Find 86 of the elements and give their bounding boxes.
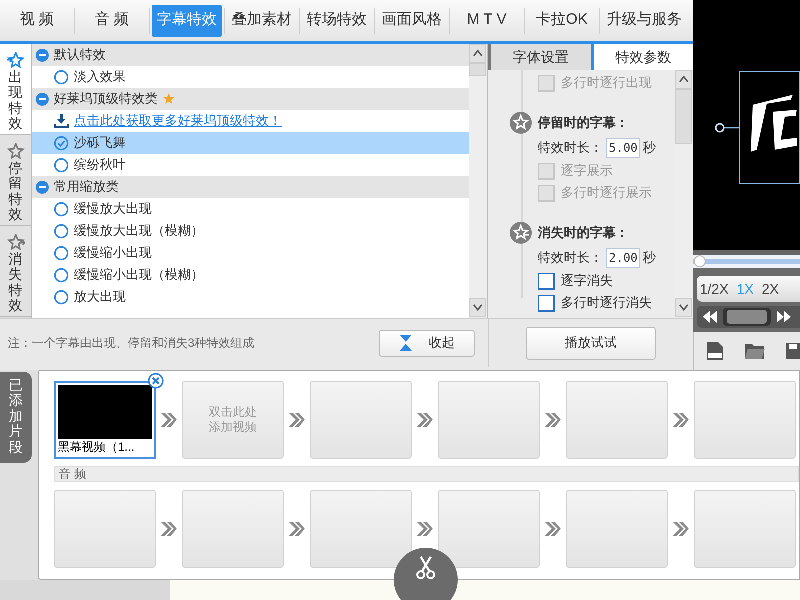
collapse-button[interactable]: 收起 <box>379 330 475 356</box>
checkbox-label: 多行时逐行展示 <box>561 184 652 202</box>
empty-slot[interactable] <box>310 490 412 568</box>
fast-forward-icon[interactable] <box>777 311 791 323</box>
clip-label: 黑幕视频（1... <box>58 439 136 455</box>
chevron-icon <box>544 412 562 428</box>
side-tab[interactable]: 停留特效 <box>0 135 31 226</box>
collapse-icon <box>399 334 413 352</box>
new-file-icon[interactable] <box>706 341 724 361</box>
checkbox[interactable] <box>538 272 555 290</box>
chevron-icon <box>672 521 690 537</box>
progress-slider[interactable] <box>693 255 800 268</box>
radio-icon <box>54 268 69 282</box>
tab[interactable]: 升级与服务 <box>602 4 687 36</box>
tab[interactable]: 视 频 <box>2 4 72 36</box>
star-icon <box>163 93 175 105</box>
effect-item[interactable]: 沙砾飞舞 <box>32 132 469 154</box>
close-icon[interactable] <box>148 373 164 389</box>
radio-icon <box>54 290 69 304</box>
chevron-icon <box>160 521 178 537</box>
group-header[interactable]: 好莱坞顶级特效类 <box>32 88 469 110</box>
scrollbar[interactable] <box>469 44 487 318</box>
radio-icon <box>54 70 69 84</box>
more-effects-link[interactable]: 点击此处获取更多好莱坞顶级特效！ <box>74 111 282 131</box>
speed-option[interactable]: 1/2X <box>700 278 729 300</box>
section-title: 消失时的字幕： <box>538 224 629 242</box>
group-title: 默认特效 <box>54 46 106 64</box>
group-header[interactable]: 常用缩放类 <box>32 176 469 198</box>
radio-icon <box>54 224 69 238</box>
minus-icon <box>36 92 49 106</box>
play-button[interactable]: 播放试试 <box>526 326 656 360</box>
folder-icon[interactable] <box>744 342 766 360</box>
minus-icon <box>36 180 49 194</box>
star-icon <box>6 52 24 68</box>
slot-hint: 双击此处 <box>209 405 257 420</box>
unit-label: 秒 <box>643 139 656 158</box>
duration-label: 特效时长： <box>538 249 603 268</box>
rewind-icon[interactable] <box>703 311 717 323</box>
chevron-icon <box>288 412 306 428</box>
chevron-icon <box>672 412 690 428</box>
tab[interactable]: 叠加素材 <box>227 4 297 36</box>
duration-label: 特效时长： <box>538 139 603 158</box>
slot-hint: 添加视频 <box>209 420 257 435</box>
scissors-icon <box>416 556 436 580</box>
side-tab[interactable]: 消失特效 <box>0 226 31 317</box>
save-icon[interactable] <box>786 342 800 360</box>
duration-field[interactable]: 2.00 <box>606 248 640 268</box>
tab[interactable]: 音 频 <box>77 4 147 36</box>
side-tab[interactable]: 出现特效 <box>0 44 31 135</box>
group-title: 好莱坞顶级特效类 <box>54 90 158 108</box>
video-clip[interactable]: 黑幕视频（1... <box>54 381 156 459</box>
timeline-label: 已添加片段 <box>0 372 32 463</box>
param-tab[interactable]: 特效参数 <box>590 44 693 70</box>
radio-icon <box>54 246 69 260</box>
audio-label: 音 频 <box>59 466 86 483</box>
minus-icon <box>36 48 49 62</box>
radio-icon <box>54 158 69 172</box>
chevron-icon <box>544 521 562 537</box>
group-header[interactable]: 默认特效 <box>32 44 469 66</box>
duration-field[interactable]: 5.00 <box>606 138 640 158</box>
star-icon <box>6 234 24 250</box>
radio-icon <box>54 202 69 216</box>
chevron-icon <box>416 521 434 537</box>
download-icon <box>54 114 69 128</box>
speed-option[interactable]: 2X <box>762 278 780 300</box>
star-icon <box>6 143 24 159</box>
scrollbar[interactable] <box>675 70 693 318</box>
chevron-icon <box>416 412 434 428</box>
checkbox-label: 逐字消失 <box>561 272 613 290</box>
checkbox[interactable] <box>538 294 555 312</box>
section-title: 停留时的字幕： <box>538 114 629 132</box>
checkbox-label: 多行时逐行出现 <box>561 74 652 92</box>
checkbox-label: 逐字展示 <box>561 162 613 180</box>
group-title: 常用缩放类 <box>54 178 119 196</box>
tab[interactable]: M T V <box>452 4 522 36</box>
empty-slot[interactable] <box>438 490 540 568</box>
jog-wheel[interactable] <box>723 308 771 326</box>
chevron-icon <box>160 412 178 428</box>
tab[interactable]: 画面风格 <box>377 4 447 36</box>
chevron-icon <box>288 521 306 537</box>
note-text: 注：一个字幕由出现、停留和消失3种特效组成 <box>8 335 255 352</box>
checkbox-label: 多行时逐行消失 <box>561 294 652 312</box>
tab[interactable]: 卡拉OK <box>527 4 597 36</box>
tab[interactable]: 转场特效 <box>302 4 372 36</box>
unit-label: 秒 <box>643 249 656 268</box>
checked-radio-icon <box>54 136 69 150</box>
